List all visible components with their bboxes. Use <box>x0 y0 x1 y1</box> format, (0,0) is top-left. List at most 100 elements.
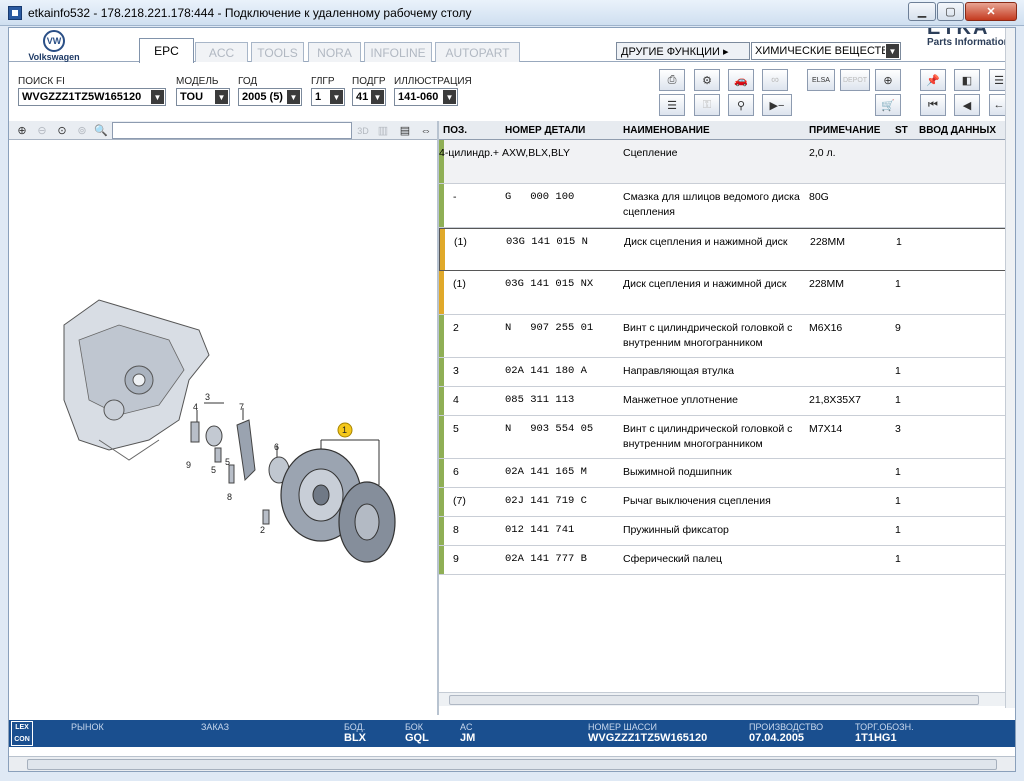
trade-value: 1T1HG1 <box>855 732 897 744</box>
table-group-row[interactable]: Сцепление 2,0 л. 4-цилиндр.+ AXW,BLX,BLY <box>439 140 1007 184</box>
illustration-label: ИЛЛЮСТРАЦИЯ <box>394 76 472 87</box>
cell-st: 1 <box>895 278 901 290</box>
vertical-scrollbar[interactable] <box>1005 28 1015 708</box>
cell-pos: 8 <box>453 524 459 536</box>
pin-icon[interactable]: 📌 <box>920 69 946 91</box>
callout-3[interactable]: 3 <box>205 392 210 402</box>
table-row[interactable]: (1) 03G 141 015 NX Диск сцепления и нажимн… <box>439 271 1007 315</box>
table-row[interactable]: 4 085 311 113 Манжетное уплотнение 21,8X35X… <box>439 387 1007 416</box>
etka-logo: ETKA Parts Information <box>927 28 1015 52</box>
table-row[interactable]: 9 02A 141 777 B Сферический палец 1 <box>439 546 1007 575</box>
podgr-label: ПОДГР <box>352 76 386 87</box>
prev-icon[interactable]: ◀ <box>954 94 980 116</box>
tab-autopart[interactable]: AUTOPART <box>435 42 520 62</box>
col-pos[interactable]: ПОЗ. <box>443 125 467 136</box>
table-row[interactable]: 3 02A 141 180 A Направляющая втулка 1 <box>439 358 1007 387</box>
tab-epc[interactable]: EPC <box>139 38 194 63</box>
table-row[interactable]: (7) 02J 141 719 C Рычаг выключения сцеплен… <box>439 488 1007 517</box>
callout-6[interactable]: 6 <box>274 442 279 452</box>
cell-st: 1 <box>895 394 901 406</box>
zoom-in-icon[interactable]: ⊕ <box>13 122 31 139</box>
layout-icon[interactable]: ▤ <box>396 122 414 139</box>
col-note[interactable]: ПРИМЕЧАНИЕ <box>809 125 880 136</box>
tab-tools[interactable]: TOOLS <box>251 42 304 62</box>
illustration-search-input[interactable] <box>112 122 352 139</box>
vin-search-input[interactable]: WVGZZZ1TZ5W165120 ▼ <box>18 88 166 106</box>
cell-st: 9 <box>895 322 901 334</box>
callout-1[interactable]: 1 <box>342 425 347 435</box>
callout-9[interactable]: 9 <box>186 460 191 470</box>
elsa-icon[interactable]: ELSA <box>807 69 835 91</box>
callout-7[interactable]: 7 <box>239 402 244 412</box>
tab-infoline[interactable]: INFOLINE <box>364 42 432 62</box>
split-view-icon[interactable]: ▥ <box>374 122 392 139</box>
col-number[interactable]: НОМЕР ДЕТАЛИ <box>505 125 585 136</box>
cart-add-icon[interactable]: ⊕ <box>875 69 901 91</box>
illustration-select[interactable]: 141-060 ▼ <box>394 88 458 106</box>
table-row[interactable]: 2 N 907 255 01 Винт с цилиндрической голов… <box>439 315 1007 358</box>
cart-icon[interactable]: 🛒 <box>875 94 901 116</box>
depot-label: DEPOT <box>842 76 868 84</box>
bod-label: БОД. <box>344 722 366 732</box>
elsa-label: ELSA <box>812 76 830 84</box>
zoom-fit-icon[interactable]: ⊙ <box>53 122 71 139</box>
list-view-icon[interactable]: ☰ <box>659 94 685 116</box>
callout-8[interactable]: 8 <box>227 492 232 502</box>
year-value: 2005 (5) <box>242 91 283 103</box>
depot-icon[interactable]: DEPOT <box>840 69 870 91</box>
window-horizontal-scrollbar[interactable] <box>9 756 1015 771</box>
cell-input: 4-цилиндр.+ AXW,BLX,BLY <box>439 147 571 159</box>
bike-icon[interactable]: ⚲ <box>728 94 754 116</box>
callout-4[interactable]: 4 <box>193 402 198 412</box>
first-icon[interactable]: ⏮ <box>920 94 946 116</box>
col-input[interactable]: ВВОД ДАННЫХ <box>919 125 996 136</box>
maximize-button[interactable]: ▢ <box>937 2 964 21</box>
illustration-toolbar: ⊕ ⊖ ⊙ ⊚ 🔍 3D ▥ ▤ ⇔ <box>9 121 437 140</box>
cell-st: 1 <box>895 365 901 377</box>
model-value: TOU <box>180 91 204 103</box>
podgr-select[interactable]: 41 ▼ <box>352 88 386 106</box>
table-row[interactable]: 8 012 141 741 Пружинный фиксатор 1 <box>439 517 1007 546</box>
tab-nora[interactable]: NORA <box>308 42 361 62</box>
col-name[interactable]: НАИМЕНОВАНИЕ <box>623 125 710 136</box>
table-row[interactable]: 6 02A 141 165 M Выжимной подшипник 1 <box>439 459 1007 488</box>
page-back-icon[interactable]: ◧ <box>954 69 980 91</box>
cell-name: Направляющая втулка <box>623 365 734 377</box>
car-icon[interactable]: 🚗 <box>728 69 754 91</box>
chain-icon[interactable]: ∞ <box>762 69 788 91</box>
cell-pos: 2 <box>453 322 459 334</box>
callout-5b[interactable]: 5 <box>225 457 230 467</box>
cell-name: Манжетное уплотнение <box>623 394 738 406</box>
callout-5[interactable]: 5 <box>211 465 216 475</box>
print-icon[interactable]: ⎙ <box>659 69 685 91</box>
row-marker <box>439 517 444 545</box>
minimize-button[interactable]: ▁ <box>908 2 936 21</box>
search-icon[interactable]: 🔍 <box>92 122 110 139</box>
3d-icon[interactable]: 3D <box>354 122 372 139</box>
other-functions-button[interactable]: ДРУГИЕ ФУНКЦИИ ▸ <box>616 42 750 60</box>
year-label: ГОД <box>238 76 258 87</box>
zoom-out-icon[interactable]: ⊖ <box>33 122 51 139</box>
play-minus-icon[interactable]: ▶− <box>762 94 792 116</box>
col-st[interactable]: ST <box>895 125 908 136</box>
table-row[interactable]: (1) 03G 141 015 N Диск сцепления и нажимно… <box>439 228 1007 271</box>
functions-select[interactable]: ХИМИЧЕСКИЕ ВЕЩЕСТВА ▼ <box>751 42 901 60</box>
key-icon[interactable]: ⚿ <box>694 94 720 116</box>
illustration-value: 141-060 <box>398 91 439 103</box>
expand-arrows-icon[interactable]: ⇔ <box>417 122 435 139</box>
parts-icon[interactable]: ⚙ <box>694 69 720 91</box>
illustration-panel[interactable]: 1 2 3 4 5 5 6 7 8 9 <box>9 140 437 710</box>
glgr-select[interactable]: 1 ▼ <box>311 88 345 106</box>
table-row[interactable]: - G 000 100 Смазка для шлицов ведомого дис… <box>439 184 1007 228</box>
year-select[interactable]: 2005 (5) ▼ <box>238 88 302 106</box>
close-button[interactable]: ✕ <box>965 2 1017 21</box>
cell-name: Сцепление <box>623 147 678 159</box>
scroll-thumb[interactable] <box>449 695 979 705</box>
tab-acc[interactable]: ACC <box>195 42 248 62</box>
scroll-thumb[interactable] <box>27 759 997 770</box>
zoom-reset-icon[interactable]: ⊚ <box>73 122 91 139</box>
callout-2[interactable]: 2 <box>260 525 265 535</box>
table-row[interactable]: 5 N 903 554 05 Винт с цилиндрической голов… <box>439 416 1007 459</box>
model-select[interactable]: TOU ▼ <box>176 88 230 106</box>
table-horizontal-scrollbar[interactable] <box>439 692 1005 706</box>
